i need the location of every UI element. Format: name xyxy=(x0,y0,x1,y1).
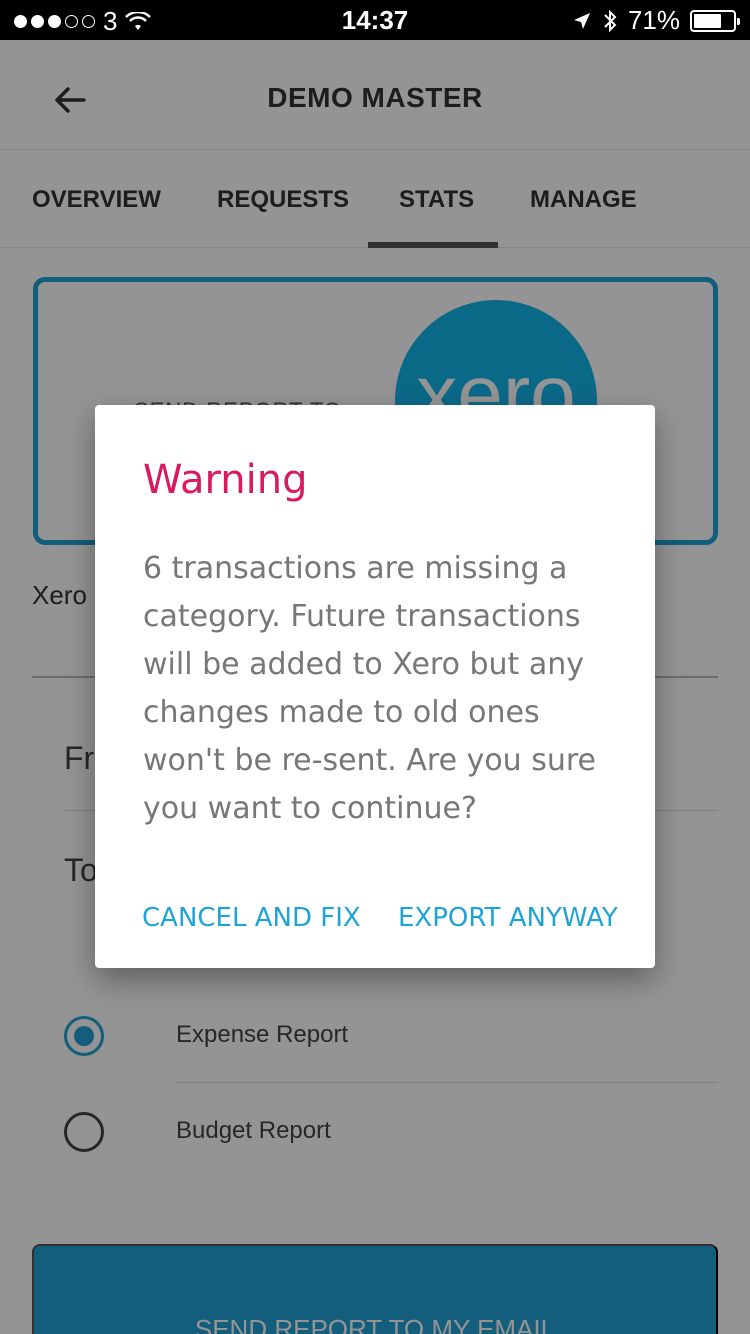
dialog-title: Warning xyxy=(143,457,308,503)
warning-dialog: Warning 6 transactions are missing a cat… xyxy=(95,405,655,968)
dialog-message: 6 transactions are missing a category. F… xyxy=(143,551,597,826)
battery-percent: 71% xyxy=(627,5,680,35)
status-right: 71% xyxy=(572,5,740,36)
battery-icon xyxy=(690,9,740,32)
export-anyway-button[interactable]: EXPORT ANYWAY xyxy=(398,903,618,933)
status-bar: 3 14:37 71% xyxy=(0,0,750,40)
cancel-and-fix-button[interactable]: CANCEL AND FIX xyxy=(142,903,361,933)
location-arrow-icon xyxy=(573,12,590,29)
bluetooth-icon xyxy=(604,9,617,32)
